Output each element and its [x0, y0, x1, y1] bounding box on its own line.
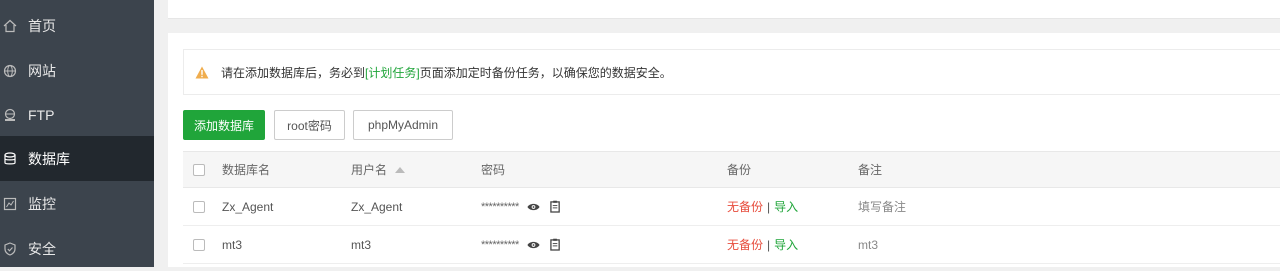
note-field[interactable]: 填写备注	[858, 188, 906, 225]
sidebar-item-label: 网站	[28, 62, 56, 79]
eye-icon[interactable]	[527, 238, 541, 252]
eye-icon[interactable]	[527, 200, 541, 214]
header-password: 密码	[481, 163, 506, 177]
sidebar-item-database[interactable]: 数据库	[0, 136, 154, 181]
sidebar-item-label: 数据库	[28, 150, 70, 167]
sidebar-item-home[interactable]: 首页	[0, 3, 154, 48]
table-header: 数据库名 用户名 密码 备份 备注	[183, 151, 1280, 188]
database-table: 数据库名 用户名 密码 备份 备注 Zx_Agent Zx_Agent ****…	[183, 151, 1280, 264]
table-row: Zx_Agent Zx_Agent ********** 无备份 | 导入 填写备注	[183, 188, 1280, 226]
sidebar: 首页 网站 FTP 数据库 监控 安全	[0, 0, 154, 267]
database-panel: 请在添加数据库后，务必到 [计划任务] 页面添加定时备份任务，以确保您的数据安全。 …	[168, 33, 1280, 267]
header-backup: 备份	[727, 163, 752, 177]
sidebar-item-label: 安全	[28, 240, 56, 257]
warning-icon	[195, 66, 209, 79]
cron-task-link[interactable]: [计划任务]	[365, 64, 420, 81]
sort-asc-icon	[395, 166, 406, 173]
backup-notice: 请在添加数据库后，务必到 [计划任务] 页面添加定时备份任务，以确保您的数据安全。	[183, 49, 1280, 95]
add-database-button[interactable]: 添加数据库	[183, 110, 265, 140]
sidebar-item-ftp[interactable]: FTP	[0, 92, 154, 137]
select-all-checkbox[interactable]	[193, 163, 205, 176]
sidebar-item-label: FTP	[28, 106, 55, 123]
monitor-icon	[2, 196, 18, 212]
root-password-button[interactable]: root密码	[274, 110, 345, 140]
sidebar-item-security[interactable]: 安全	[0, 226, 154, 271]
header-note: 备注	[858, 163, 883, 177]
sidebar-item-website[interactable]: 网站	[0, 48, 154, 93]
notice-prefix: 请在添加数据库后，务必到	[221, 65, 366, 80]
top-panel	[168, 0, 1280, 19]
database-icon	[2, 151, 18, 167]
separator: |	[767, 237, 771, 252]
sidebar-item-monitor[interactable]: 监控	[0, 181, 154, 226]
db-password: **********	[481, 238, 519, 251]
import-link[interactable]: 导入	[774, 198, 798, 215]
ftp-icon	[2, 107, 18, 123]
import-link[interactable]: 导入	[774, 236, 798, 253]
backup-cell: 无备份 | 导入	[727, 226, 798, 263]
copy-icon[interactable]	[549, 200, 563, 214]
copy-icon[interactable]	[549, 238, 563, 252]
globe-icon	[2, 63, 18, 79]
backup-cell: 无备份 | 导入	[727, 188, 798, 225]
db-name: mt3	[222, 237, 243, 252]
notice-suffix: 页面添加定时备份任务，以确保您的数据安全。	[419, 65, 672, 80]
note-field[interactable]: mt3	[858, 226, 878, 263]
no-backup-link[interactable]: 无备份	[727, 236, 763, 253]
shield-icon	[2, 241, 18, 257]
db-password: **********	[481, 200, 519, 213]
phpmyadmin-button[interactable]: phpMyAdmin	[353, 110, 453, 140]
row-checkbox[interactable]	[193, 238, 205, 251]
home-icon	[2, 18, 18, 34]
row-checkbox[interactable]	[193, 200, 205, 213]
db-user: Zx_Agent	[351, 199, 403, 214]
header-user[interactable]: 用户名	[351, 152, 406, 187]
header-name[interactable]: 数据库名	[222, 152, 270, 187]
no-backup-link[interactable]: 无备份	[727, 198, 763, 215]
db-user: mt3	[351, 237, 372, 252]
db-name: Zx_Agent	[222, 199, 274, 214]
table-row: mt3 mt3 ********** 无备份 | 导入 mt3	[183, 226, 1280, 264]
sidebar-item-label: 监控	[28, 195, 56, 212]
sidebar-item-label: 首页	[28, 17, 56, 34]
separator: |	[767, 199, 771, 214]
